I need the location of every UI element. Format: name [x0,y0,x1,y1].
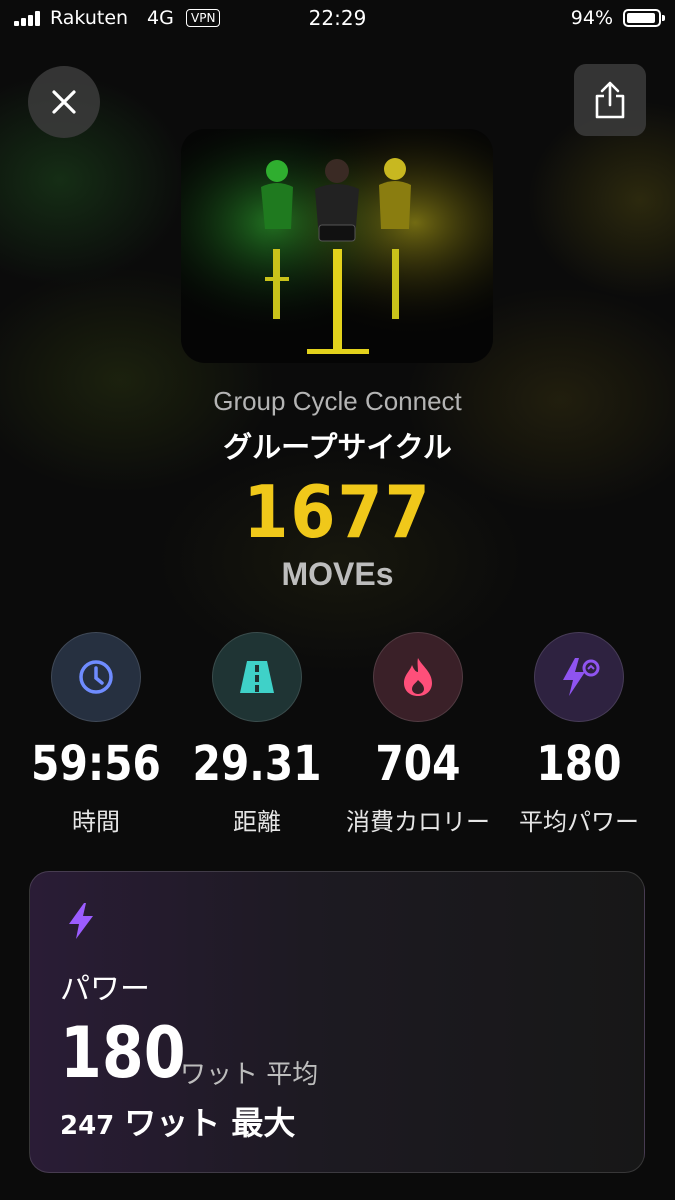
stat-duration-label: 時間 [72,808,120,836]
stat-duration-badge [51,632,141,722]
share-icon [595,81,625,119]
battery-percent: 94% [570,7,613,29]
stat-calories-label: 消費カロリー [346,808,490,836]
class-title: グループサイクル [223,430,452,464]
power-avg-unit: ワット 平均 [180,1060,319,1090]
power-max-value: 247 [60,1111,115,1141]
close-icon [52,90,76,114]
bolt-icon [69,903,93,939]
power-max: 247 ワット 最大 [60,1098,295,1144]
stat-avg-power: 180 平均パワー [498,632,660,837]
power-avg-value: 180 [60,1012,186,1094]
stat-distance-badge [212,632,302,722]
moves-value: 1677 [243,470,432,554]
stat-avg-power-badge [534,632,624,722]
battery-icon [623,9,665,27]
road-icon [240,661,274,693]
bolt-gauge-icon [563,658,600,696]
power-max-unit: ワット 最大 [124,1104,296,1142]
stat-distance: 29.31 距離 [176,632,338,837]
stat-calories-badge [373,632,463,722]
share-button[interactable] [574,64,646,136]
class-subtitle: Group Cycle Connect [213,386,462,416]
stat-duration-value: 59:56 [31,736,161,792]
class-thumbnail-image [181,129,493,363]
status-bar: Rakuten 4G VPN 22:29 94% [0,0,675,40]
close-button[interactable] [28,66,100,138]
clock-icon [79,660,113,694]
flame-icon [404,658,432,696]
stat-duration: 59:56 時間 [15,632,177,837]
stat-avg-power-label: 平均パワー [519,808,639,836]
moves-label: MOVEs [281,556,394,592]
stat-calories: 704 消費カロリー [337,632,499,837]
power-card[interactable]: パワー 180 ワット 平均 247 ワット 最大 [29,871,645,1173]
stat-distance-value: 29.31 [192,736,322,792]
stat-avg-power-value: 180 [536,736,622,792]
stat-distance-label: 距離 [233,808,281,836]
stat-calories-value: 704 [375,736,461,792]
power-title: パワー [60,972,150,1007]
